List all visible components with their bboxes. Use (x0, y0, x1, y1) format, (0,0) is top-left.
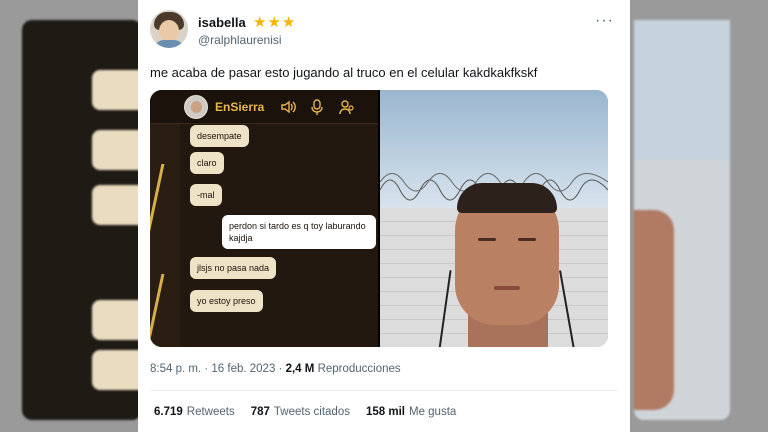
tweet-stats: 6.719 Retweets 787 Tweets citados 158 mil M… (154, 406, 456, 418)
retweets-label: Retweets (186, 406, 235, 418)
chat-message: yo estoy preso (190, 290, 263, 312)
speaker-icon (280, 98, 298, 116)
chat-message: jlsjs no pasa nada (190, 257, 277, 279)
likes-label: Me gusta (408, 406, 457, 418)
quotes-count: 787 (250, 406, 270, 418)
likes-count: 158 mil (365, 406, 405, 418)
tweet-media[interactable]: EnSierra desempate claro -mal perdon si … (150, 90, 608, 347)
background-chat-blur (22, 20, 162, 420)
mouth (494, 286, 520, 290)
hair (457, 183, 557, 213)
author-handle[interactable]: @ralphlaurenisi (198, 33, 282, 47)
right-eye (518, 238, 536, 241)
chat-message: desempate (190, 125, 249, 147)
quotes-stat[interactable]: 787 Tweets citados (251, 406, 350, 418)
chat-screenshot[interactable]: EnSierra desempate claro -mal perdon si … (150, 90, 378, 347)
tweet-time[interactable]: 8:54 p. m. (150, 363, 201, 375)
retweets-stat[interactable]: 6.719 Retweets (154, 406, 235, 418)
avatar[interactable] (150, 10, 188, 48)
tweet-card: isabella ★★★ @ralphlaurenisi ··· me acab… (138, 0, 630, 432)
people-icon (338, 98, 356, 116)
chat-message: perdon si tardo es q toy laburando kajdj… (222, 215, 376, 249)
background-photo-blur (634, 20, 730, 420)
contact-name: EnSierra (215, 100, 265, 114)
tweet-text: me acaba de pasar esto jugando al truco … (150, 65, 538, 80)
tweet-meta: 8:54 p. m. · 16 feb. 2023 · 2,4 M Reprod… (150, 363, 401, 375)
divider (150, 390, 618, 391)
star-icons: ★★★ (253, 14, 297, 31)
quotes-label: Tweets citados (273, 406, 350, 418)
tweet-date[interactable]: 16 feb. 2023 (211, 363, 275, 375)
microphone-icon (308, 98, 326, 116)
left-eye (478, 238, 496, 241)
author-name[interactable]: isabella (198, 15, 246, 30)
more-icon[interactable]: ··· (595, 12, 614, 30)
separator: · (204, 363, 209, 375)
chat-message: -mal (190, 184, 222, 206)
chat-header: EnSierra (150, 90, 378, 124)
chat-message: claro (190, 152, 224, 174)
game-strip (150, 124, 184, 347)
likes-stat[interactable]: 158 mil Me gusta (366, 406, 456, 418)
contact-avatar (184, 95, 208, 119)
views-count: 2,4 M (285, 363, 315, 375)
views-label: Reproducciones (317, 363, 401, 375)
selfie-photo[interactable] (380, 90, 608, 347)
tweet-header: isabella ★★★ @ralphlaurenisi ··· (150, 10, 618, 54)
retweets-count: 6.719 (154, 406, 183, 418)
separator: · (278, 363, 283, 375)
